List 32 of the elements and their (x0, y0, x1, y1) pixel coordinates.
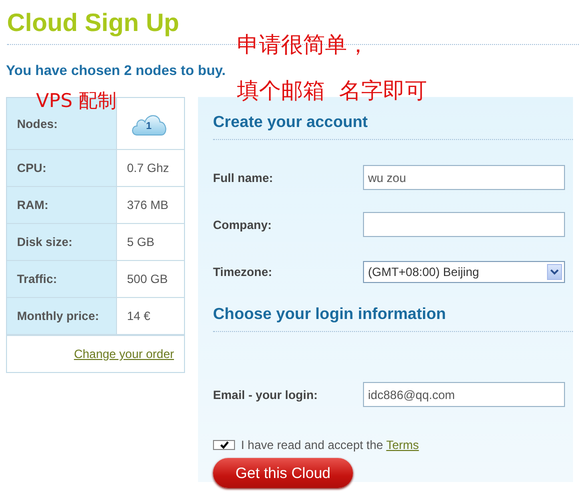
table-cell-text: 0.7 Ghz (126, 160, 170, 177)
terms-checkbox[interactable] (213, 440, 235, 450)
annotation-note: 填个邮箱 名字即可 (237, 79, 427, 105)
field-label: Timezone: (213, 264, 274, 278)
selection-summary: You have chosen 2 nodes to buy. (6, 62, 226, 79)
field-label: Company: (213, 218, 273, 232)
node-count: 1 (146, 120, 152, 132)
table-cell-text: 14 € (126, 308, 152, 325)
input-field[interactable]: wu zou (363, 165, 565, 190)
field-label: Full name: (213, 170, 274, 184)
terms-link[interactable]: Terms (386, 438, 419, 452)
field-label: Email - your login: (213, 388, 319, 402)
table-cell-text: 376 MB (126, 197, 170, 214)
section-heading: Choose your login information (213, 305, 447, 325)
input-field[interactable] (363, 212, 565, 237)
table-cell: RAM: (7, 187, 117, 223)
timezone-dropdown[interactable]: (GMT+08:00) Beijing (363, 260, 565, 282)
table-cell-text: 500 GB (126, 271, 169, 288)
table-cell: Monthly price: (7, 298, 117, 334)
annotation-note: 申请很简单， (237, 33, 369, 59)
section-heading: Create your account (213, 113, 369, 133)
page-title: Cloud Sign Up (6, 8, 180, 38)
table-cell: Disk size: (7, 224, 117, 260)
annotation-note: VPS 配制 (36, 89, 117, 114)
table-cell: Traffic: (7, 261, 117, 297)
checkmark-icon (220, 441, 228, 449)
terms-text: I have read and accept the Terms (241, 438, 419, 452)
input-field[interactable]: idc886@qq.com (363, 382, 565, 407)
submit-button[interactable]: Get this Cloud (213, 458, 353, 488)
table-cell-text: 5 GB (126, 234, 156, 251)
table-cell: CPU: (7, 150, 117, 186)
change-order-link[interactable]: Change your order (74, 347, 174, 361)
